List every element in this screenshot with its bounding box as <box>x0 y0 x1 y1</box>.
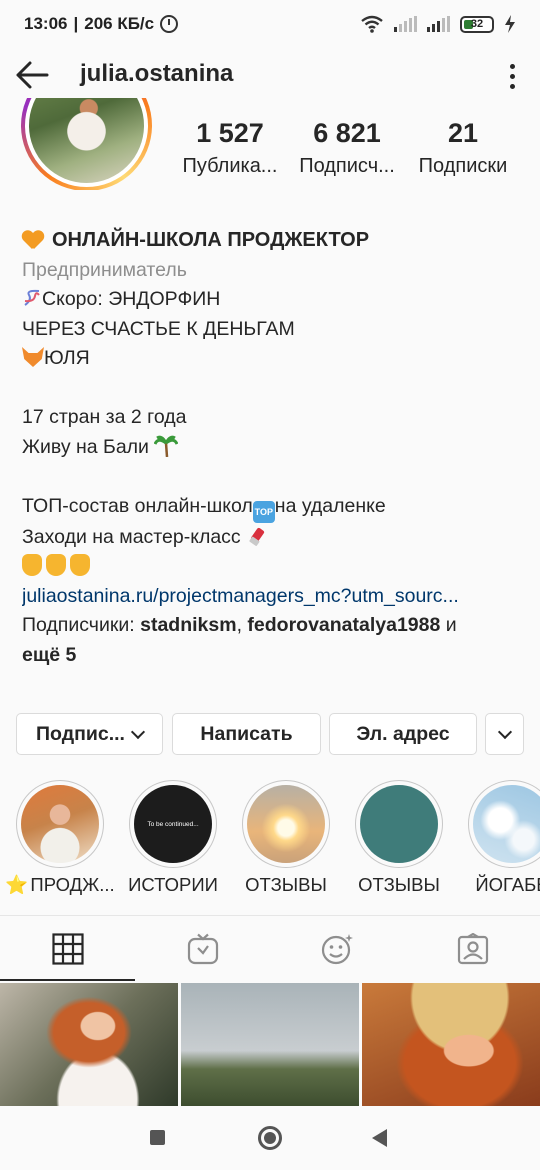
bio-line: 17 стран за 2 года <box>22 406 187 428</box>
home-icon[interactable] <box>258 1126 282 1150</box>
stat-followers[interactable]: 6 821 Подписч... <box>292 118 402 178</box>
highlight-item[interactable]: ОТЗЫВЫ <box>242 780 330 895</box>
recent-apps-icon[interactable] <box>150 1130 165 1145</box>
followers-more[interactable]: ещё 5 <box>22 641 532 671</box>
wifi-icon <box>361 15 383 33</box>
suggestions-button[interactable] <box>485 713 524 755</box>
bio-line: ЧЕРЕЗ СЧАСТЬЕ К ДЕНЬГАМ <box>22 317 295 340</box>
bio-line <box>22 552 532 582</box>
followers-label: Подписч... <box>299 155 395 177</box>
bio-line: Скоро: ЭНДОРФИН <box>22 285 532 315</box>
profile-bio: ОНЛАЙН-ШКОЛА ПРОДЖЕКТОР Предприниматель … <box>22 226 532 670</box>
tagged-icon <box>457 932 488 964</box>
bio-line: Заходи на мастер-класс <box>22 523 532 553</box>
posts-count: 1 527 <box>196 118 264 148</box>
alarm-icon <box>160 15 179 33</box>
following-button[interactable]: Подпис... <box>16 713 163 755</box>
profile-category: Предприниматель <box>22 258 187 281</box>
pointing-down-icon <box>70 554 90 576</box>
pointing-down-icon <box>22 554 42 576</box>
stat-following[interactable]: 21 Подписки <box>410 118 516 178</box>
posts-grid <box>0 983 540 1106</box>
grid-icon <box>51 932 84 965</box>
highlight-item[interactable]: To be continued... ИСТОРИИ <box>128 780 218 895</box>
palm-tree-icon <box>154 435 179 457</box>
system-nav-bar <box>0 1106 540 1170</box>
pointing-down-icon <box>46 554 66 576</box>
battery-icon: 32 <box>460 15 494 33</box>
dna-icon <box>24 289 40 306</box>
top-arrow-icon: TOP <box>252 500 275 523</box>
post-thumbnail[interactable] <box>362 983 540 1106</box>
status-speed: 206 КБ/с <box>84 14 155 33</box>
tab-tagged[interactable] <box>405 916 540 981</box>
charging-icon <box>505 15 515 33</box>
reels-effects-icon <box>321 933 353 964</box>
posts-label: Публика... <box>182 155 278 177</box>
profile-username: julia.ostanina <box>80 60 234 87</box>
bio-line: ЮЛЯ <box>22 344 532 374</box>
profile-tabs <box>0 915 540 981</box>
highlight-label: ⭐ ПРОДЖ... <box>5 874 115 895</box>
stat-posts[interactable]: 1 527 Публика... <box>176 118 284 178</box>
highlight-label: ИСТОРИИ <box>128 874 218 895</box>
post-thumbnail[interactable] <box>181 983 359 1106</box>
avatar[interactable] <box>21 98 152 190</box>
fox-icon <box>22 347 44 367</box>
highlight-item[interactable]: ОТЗЫВЫ <box>355 780 443 895</box>
highlight-caption: To be continued... <box>147 820 199 828</box>
back-icon[interactable] <box>372 1129 387 1147</box>
following-count: 21 <box>447 118 479 148</box>
lipstick-icon <box>249 527 265 546</box>
arrow-left-icon[interactable] <box>14 58 50 92</box>
message-button[interactable]: Написать <box>172 713 321 755</box>
bio-link[interactable]: juliaostanina.ru/projectmanagers_mc?utm_… <box>22 582 532 612</box>
orange-heart-icon <box>22 231 44 251</box>
status-bar: 13:06 | 206 КБ/с 32 <box>0 0 540 48</box>
following-label: Подписки <box>418 155 508 177</box>
highlight-item[interactable]: ЙОГАБЕ <box>468 780 540 895</box>
highlight-label: ЙОГАБЕ <box>475 874 540 895</box>
tab-grid[interactable] <box>0 916 135 981</box>
tab-igtv[interactable] <box>135 916 270 981</box>
status-time: 13:06 <box>24 14 68 33</box>
more-vertical-icon[interactable] <box>498 58 526 94</box>
highlight-item[interactable]: ⭐ ПРОДЖ... <box>5 780 115 895</box>
chevron-down-icon <box>497 724 512 739</box>
email-button[interactable]: Эл. адрес <box>329 713 477 755</box>
profile-name: ОНЛАЙН-ШКОЛА ПРОДЖЕКТОР <box>22 226 532 256</box>
igtv-icon <box>187 933 218 964</box>
signal-2-icon <box>427 16 450 32</box>
followers-preview[interactable]: Подписчики: stadniksm, fedorovanatalya19… <box>22 611 532 641</box>
tab-effects[interactable] <box>270 916 405 981</box>
profile-header-bar: julia.ostanina <box>0 48 540 102</box>
post-thumbnail[interactable] <box>0 983 178 1106</box>
highlight-label: ОТЗЫВЫ <box>245 874 327 895</box>
signal-icon <box>394 16 417 32</box>
highlight-label: ОТЗЫВЫ <box>358 874 440 895</box>
bio-line: Живу на Бали <box>22 433 532 463</box>
bio-line: ТОП-состав онлайн-школ TOPна удаленке <box>22 492 532 523</box>
chevron-down-icon <box>130 724 146 739</box>
followers-count: 6 821 <box>313 118 381 148</box>
